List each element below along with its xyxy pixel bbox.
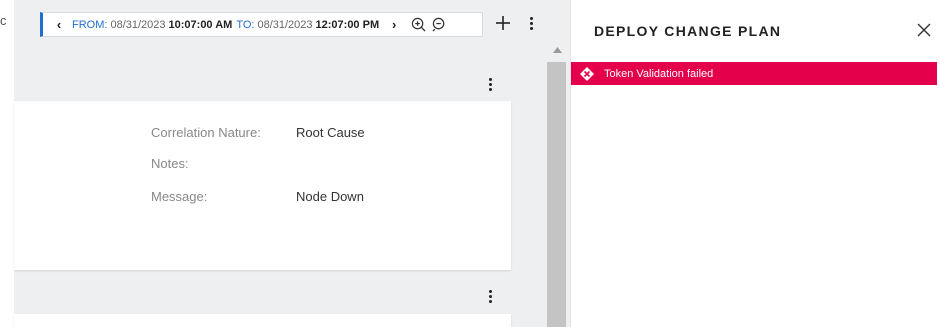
left-strip: c bbox=[0, 0, 14, 327]
zoom-in-icon[interactable] bbox=[409, 16, 427, 34]
from-time[interactable]: 10:07:00 AM bbox=[169, 19, 233, 31]
zoom-out-icon[interactable] bbox=[430, 16, 448, 34]
field-label: Message: bbox=[151, 189, 208, 204]
error-banner: Token Validation failed bbox=[571, 62, 937, 85]
more-options-icon[interactable] bbox=[526, 13, 536, 33]
to-time[interactable]: 12:07:00 PM bbox=[316, 19, 380, 31]
card-menu-icon[interactable] bbox=[485, 74, 495, 94]
to-label: TO: bbox=[236, 18, 255, 31]
chevron-right-icon[interactable]: › bbox=[385, 15, 403, 35]
detail-card bbox=[14, 314, 511, 327]
field-row-notes: Notes: bbox=[151, 156, 296, 171]
main-panel: ‹ FROM: 08/31/2023 10:07:00 AM TO: 08/31… bbox=[14, 0, 545, 327]
from-label: FROM: bbox=[72, 18, 108, 31]
card-menu-icon[interactable] bbox=[485, 286, 495, 306]
field-value: Root Cause bbox=[296, 125, 365, 140]
scrollbar-thumb[interactable] bbox=[547, 62, 566, 327]
field-value: Node Down bbox=[296, 189, 364, 204]
truncated-text: c bbox=[0, 13, 7, 28]
from-date[interactable]: 08/31/2023 bbox=[110, 19, 165, 31]
chevron-left-icon[interactable]: ‹ bbox=[50, 15, 68, 35]
error-message: Token Validation failed bbox=[604, 67, 714, 80]
add-button[interactable] bbox=[492, 11, 514, 35]
detail-card: Correlation Nature: Root Cause Notes: Me… bbox=[14, 101, 511, 270]
error-diamond-icon bbox=[579, 66, 595, 82]
panel-title: DEPLOY CHANGE PLAN bbox=[594, 23, 782, 39]
deploy-change-plan-panel: DEPLOY CHANGE PLAN Token Validation fail… bbox=[570, 0, 940, 327]
scroll-up-arrow-icon[interactable] bbox=[545, 44, 570, 56]
time-range-bar: ‹ FROM: 08/31/2023 10:07:00 AM TO: 08/31… bbox=[40, 12, 483, 37]
field-label: Correlation Nature: bbox=[151, 125, 261, 140]
field-row-message: Message: Node Down bbox=[151, 189, 364, 204]
plus-icon bbox=[496, 16, 510, 30]
field-label: Notes: bbox=[151, 156, 189, 171]
to-date[interactable]: 08/31/2023 bbox=[257, 19, 312, 31]
close-icon[interactable] bbox=[915, 21, 933, 39]
field-row-correlation: Correlation Nature: Root Cause bbox=[151, 125, 365, 140]
scrollbar[interactable] bbox=[545, 0, 570, 327]
